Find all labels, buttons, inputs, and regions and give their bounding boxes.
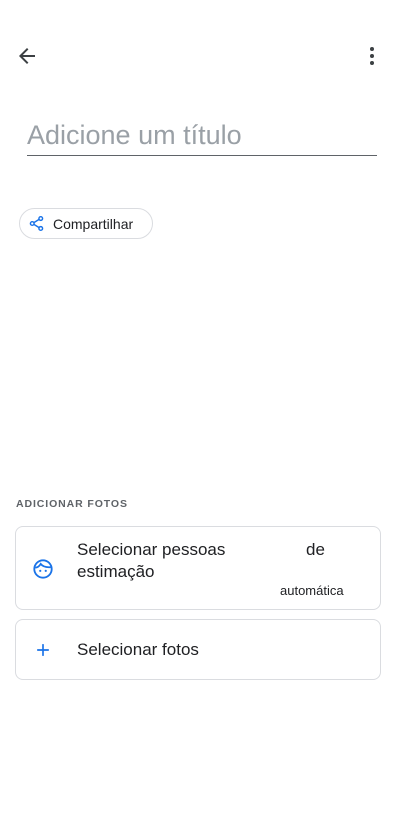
- pets-label-line2: estimação: [77, 562, 155, 581]
- share-button[interactable]: Compartilhar: [19, 208, 153, 239]
- plus-icon-wrap: [31, 638, 55, 662]
- share-icon: [29, 215, 44, 232]
- more-options-button[interactable]: [352, 36, 392, 76]
- face-icon: [33, 559, 53, 579]
- add-photos-section-title: ADICIONAR FOTOS: [16, 498, 128, 510]
- pets-label-part2: de: [306, 540, 325, 559]
- title-field-container: [27, 120, 377, 156]
- plus-icon: [37, 644, 49, 656]
- pets-label-part1: Selecionar pessoas: [77, 540, 226, 559]
- arrow-back-icon: [19, 48, 35, 64]
- face-icon-wrap: [31, 557, 55, 581]
- select-pets-option[interactable]: Selecionar pessoas de estimação automáti…: [15, 526, 381, 610]
- share-label: Compartilhar: [53, 215, 134, 232]
- back-button[interactable]: [7, 36, 47, 76]
- select-photos-label: Selecionar fotos: [77, 640, 199, 659]
- select-photos-option[interactable]: Selecionar fotos: [15, 619, 381, 680]
- top-app-bar: [0, 0, 396, 112]
- album-title-input[interactable]: [27, 120, 377, 156]
- more-vert-icon: [370, 47, 374, 65]
- pets-sublabel: automática: [280, 583, 344, 598]
